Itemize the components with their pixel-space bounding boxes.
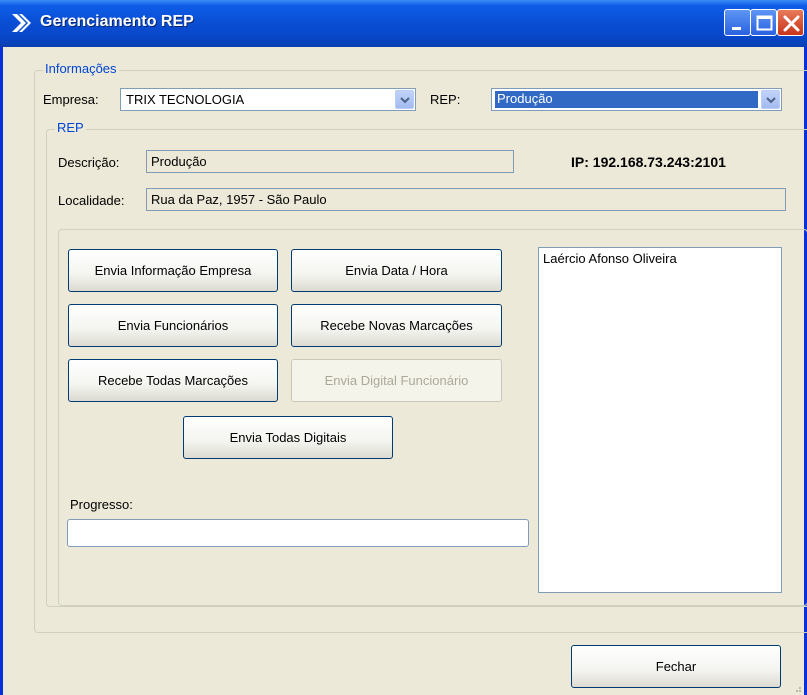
progresso-label: Progresso: bbox=[70, 497, 133, 512]
employee-list[interactable]: Laércio Afonso Oliveira bbox=[538, 247, 782, 593]
envia-todas-digitais-button[interactable]: Envia Todas Digitais bbox=[183, 416, 393, 459]
chevron-right-icon bbox=[12, 14, 31, 32]
chevron-down-icon bbox=[766, 97, 776, 104]
recebe-novas-marcacoes-button[interactable]: Recebe Novas Marcações bbox=[291, 304, 502, 347]
ip-address: IP: 192.168.73.243:2101 bbox=[571, 154, 726, 170]
localidade-field[interactable]: Rua da Paz, 1957 - São Paulo bbox=[146, 188, 786, 211]
envia-informacao-empresa-button[interactable]: Envia Informação Empresa bbox=[68, 249, 278, 292]
empresa-label: Empresa: bbox=[43, 92, 99, 107]
informacoes-legend: Informações bbox=[43, 61, 119, 76]
rep-select[interactable]: Produção bbox=[491, 88, 782, 111]
descricao-label: Descrição: bbox=[58, 155, 120, 170]
close-button[interactable] bbox=[777, 9, 804, 36]
progress-bar bbox=[67, 519, 529, 547]
main-window: Gerenciamento REP Informações Empresa: T… bbox=[0, 0, 807, 695]
maximize-icon bbox=[756, 15, 773, 31]
envia-funcionarios-button[interactable]: Envia Funcionários bbox=[68, 304, 278, 347]
recebe-todas-marcacoes-button[interactable]: Recebe Todas Marcações bbox=[68, 359, 278, 402]
minimize-button[interactable] bbox=[724, 9, 751, 36]
envia-data-hora-button[interactable]: Envia Data / Hora bbox=[291, 249, 502, 292]
empresa-value: TRIX TECNOLOGIA bbox=[126, 92, 245, 107]
close-icon bbox=[783, 15, 800, 32]
rep-value: Produção bbox=[495, 91, 758, 108]
rep-legend: REP bbox=[55, 120, 86, 135]
list-item[interactable]: Laércio Afonso Oliveira bbox=[543, 251, 677, 266]
resize-grip-icon[interactable] bbox=[792, 683, 802, 693]
fechar-button[interactable]: Fechar bbox=[571, 645, 781, 688]
localidade-value: Rua da Paz, 1957 - São Paulo bbox=[151, 192, 327, 207]
empresa-dropdown-button[interactable] bbox=[395, 90, 414, 109]
descricao-value: Produção bbox=[151, 154, 207, 169]
minimize-icon bbox=[732, 27, 741, 30]
rep-label: REP: bbox=[430, 92, 461, 107]
descricao-field[interactable]: Produção bbox=[146, 150, 514, 173]
maximize-button[interactable] bbox=[750, 9, 777, 36]
localidade-label: Localidade: bbox=[58, 193, 125, 208]
chevron-down-icon bbox=[400, 97, 410, 104]
envia-digital-funcionario-button: Envia Digital Funcionário bbox=[291, 359, 502, 402]
title-bar[interactable]: Gerenciamento REP bbox=[0, 0, 807, 47]
rep-dropdown-button[interactable] bbox=[761, 90, 780, 109]
empresa-select[interactable]: TRIX TECNOLOGIA bbox=[120, 88, 416, 111]
window-title: Gerenciamento REP bbox=[40, 13, 194, 30]
